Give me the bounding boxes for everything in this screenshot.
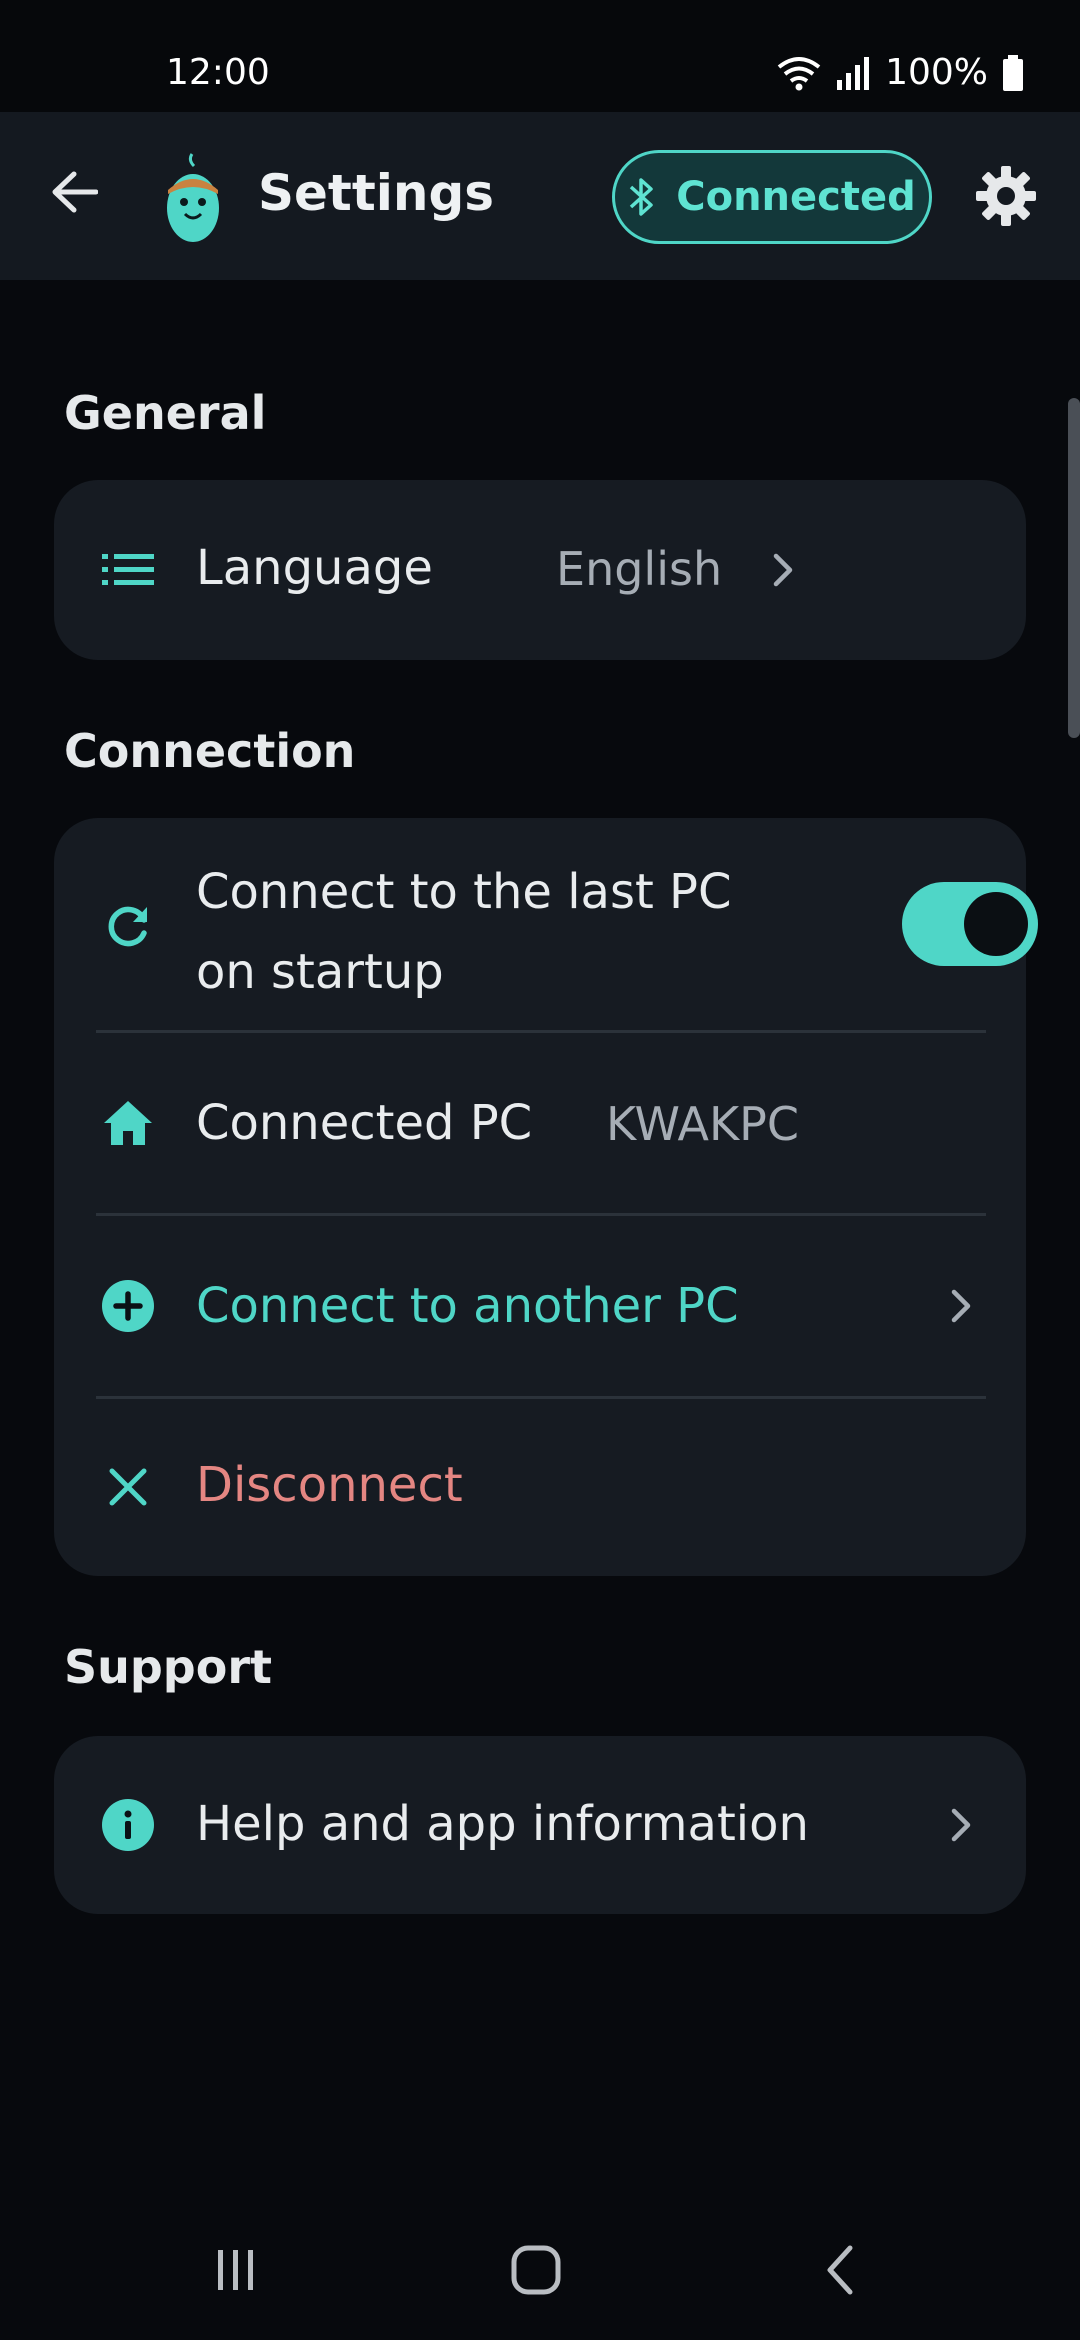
support-card: Help and app information	[54, 1736, 1026, 1914]
settings-screen: 12:00 100% Settings Connected General La…	[0, 0, 1080, 2340]
back-nav-button[interactable]	[780, 2200, 900, 2340]
back-button[interactable]	[44, 162, 104, 222]
connection-card: Connect to the last PC on startup Connec…	[54, 818, 1038, 1576]
connection-status-label: Connected	[676, 174, 916, 220]
gear-icon[interactable]	[974, 164, 1038, 228]
home-nav-icon	[511, 2245, 561, 2295]
connected-pc-row: Connected PC KWAKPC	[54, 1033, 1026, 1213]
arrow-left-icon	[52, 171, 98, 213]
auto-connect-label: Connect to the last PC on startup	[196, 852, 732, 1012]
connect-another-pc-row[interactable]: Connect to another PC	[54, 1216, 1026, 1396]
signal-icon	[837, 56, 870, 90]
language-value: English	[556, 542, 723, 596]
page-title: Settings	[258, 164, 495, 222]
connected-pc-label: Connected PC	[196, 1095, 533, 1151]
help-row[interactable]: Help and app information	[54, 1736, 1026, 1914]
battery-icon	[1003, 54, 1023, 91]
auto-connect-toggle[interactable]	[902, 882, 1038, 966]
auto-connect-row[interactable]: Connect to the last PC on startup	[54, 818, 1038, 1030]
bluetooth-icon	[630, 178, 653, 216]
chevron-right-icon	[951, 1289, 971, 1323]
language-row[interactable]: Language English	[54, 480, 1026, 660]
status-time: 12:00	[166, 52, 270, 93]
language-label: Language	[196, 540, 433, 596]
status-icons: 100%	[777, 52, 1024, 93]
list-icon	[98, 540, 158, 600]
close-icon	[98, 1457, 158, 1517]
chevron-right-icon	[773, 553, 793, 587]
system-nav-bar	[0, 2200, 1080, 2340]
connection-status-button[interactable]: Connected	[612, 150, 932, 244]
auto-connect-label-line1: Connect to the last PC	[196, 864, 732, 920]
mouse-mascot-icon	[167, 153, 219, 242]
home-icon	[98, 1093, 158, 1153]
help-label: Help and app information	[196, 1796, 809, 1852]
section-title-support: Support	[64, 1640, 273, 1694]
wifi-icon	[777, 56, 821, 90]
connect-another-pc-label: Connect to another PC	[196, 1278, 739, 1334]
chevron-right-icon	[951, 1808, 971, 1842]
info-icon	[98, 1795, 158, 1855]
disconnect-label: Disconnect	[196, 1457, 463, 1513]
section-title-connection: Connection	[64, 724, 356, 778]
plus-circle-icon	[98, 1276, 158, 1336]
scrollbar[interactable]	[1068, 398, 1080, 738]
connected-pc-value: KWAKPC	[606, 1097, 799, 1151]
recent-apps-icon	[218, 2250, 253, 2290]
back-nav-icon	[827, 2245, 853, 2295]
auto-connect-label-line2: on startup	[196, 944, 444, 1000]
app-bar: Settings Connected	[0, 112, 1080, 280]
home-button[interactable]	[476, 2200, 596, 2340]
battery-percent: 100%	[885, 52, 988, 93]
section-title-general: General	[64, 386, 267, 440]
general-card: Language English	[54, 480, 1026, 660]
refresh-icon	[98, 896, 158, 956]
status-bar: 12:00 100%	[0, 0, 1080, 112]
toggle-knob	[964, 892, 1028, 956]
disconnect-row[interactable]: Disconnect	[54, 1399, 1026, 1576]
recent-apps-button[interactable]	[176, 2200, 296, 2340]
